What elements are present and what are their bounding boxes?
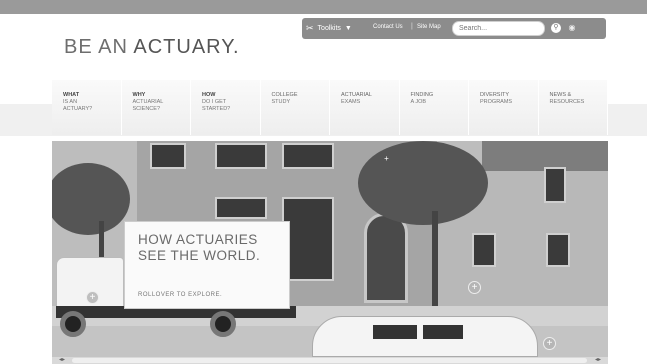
search-input[interactable] [452, 21, 545, 36]
nav-item-line: EXAMS [341, 99, 361, 105]
hotspot-plus-icon[interactable]: + [86, 291, 99, 304]
tree-trunk [432, 211, 438, 306]
hero-title-line2: SEE THE WORLD. [138, 248, 261, 263]
hero-title-line1: HOW ACTUARIES [138, 232, 258, 247]
truck-billboard[interactable]: HOW ACTUARIES SEE THE WORLD. ROLLOVER TO… [124, 221, 290, 309]
nav-item-line: DIVERSITY [480, 92, 510, 98]
nav-item-how-do-i-get-started[interactable]: HOW DO I GET STARTED? [191, 80, 261, 135]
toolkits-label: Toolkits [317, 25, 341, 32]
contact-us-link[interactable]: Contact Us [373, 24, 403, 30]
logo-text-part1: BE AN [64, 36, 134, 58]
building-arched-door [364, 213, 408, 303]
nav-item-line: A JOB [410, 99, 427, 105]
hero-title: HOW ACTUARIES SEE THE WORLD. [138, 232, 260, 264]
building-window [544, 167, 566, 203]
nav-item-line: PROGRAMS [480, 99, 513, 105]
nav-item-line: ACTUARIAL [132, 99, 164, 105]
scroll-right-arrow-icon[interactable]: ◂▸ [592, 357, 604, 364]
nav-item-line: NEWS & [549, 92, 572, 98]
tools-icon: ✂ [306, 23, 314, 33]
nav-item-line: FINDING [410, 92, 434, 98]
hero-street-scene[interactable]: HOW ACTUARIES SEE THE WORLD. ROLLOVER TO… [52, 141, 608, 357]
hero-subtitle: ROLLOVER TO EXPLORE. [138, 292, 223, 298]
scroll-thumb[interactable] [72, 358, 587, 363]
nav-item-line: COLLEGE [271, 92, 298, 98]
tree-trunk [99, 221, 104, 261]
nav-item-line: HOW [202, 92, 216, 98]
truck-wheel [210, 311, 236, 337]
nav-item-line: ACTUARIAL [341, 92, 372, 98]
taxi-window [423, 325, 463, 339]
logo-text-part2: ACTUARY. [133, 36, 240, 58]
hotspot-plus-icon[interactable]: + [468, 281, 481, 294]
nav-item-news-resources[interactable]: NEWS & RESOURCES [538, 80, 608, 135]
rss-icon[interactable]: ◉ [567, 23, 577, 33]
scroll-left-arrow-icon[interactable]: ◂▸ [56, 357, 68, 364]
nav-item-why-actuarial-science[interactable]: WHY ACTUARIAL SCIENCE? [121, 80, 191, 135]
top-strip [0, 0, 647, 14]
building-window [472, 233, 496, 267]
search-icon[interactable]: ⚲ [551, 23, 561, 33]
hotspot-plus-icon[interactable]: + [382, 155, 391, 164]
main-nav: WHAT IS AN ACTUARY? WHY ACTUARIAL SCIENC… [52, 80, 608, 135]
nav-item-line: ACTUARY? [63, 106, 93, 112]
hotspot-plus-icon[interactable]: + [543, 337, 556, 350]
nav-item-line: SCIENCE? [132, 106, 161, 112]
nav-item-line: IS AN [63, 99, 78, 105]
utility-separator: | [411, 23, 413, 30]
building-window [546, 233, 570, 267]
nav-item-line: WHAT [63, 92, 80, 98]
site-logo[interactable]: BE AN ACTUARY. [64, 36, 240, 59]
building-window [150, 143, 186, 169]
nav-item-line: DO I GET [202, 99, 227, 105]
tree-right [358, 141, 488, 225]
taxi-window [373, 325, 417, 339]
taxi-car [312, 316, 538, 357]
panorama-scrollbar[interactable]: ◂▸ ◂▸ [52, 357, 608, 364]
tree-left [52, 163, 130, 235]
nav-item-diversity-programs[interactable]: DIVERSITY PROGRAMS [469, 80, 539, 135]
caret-down-icon: ▼ [344, 25, 352, 32]
building-window [215, 143, 267, 169]
nav-item-college-study[interactable]: COLLEGE STUDY [260, 80, 330, 135]
nav-item-finding-a-job[interactable]: FINDING A JOB [399, 80, 469, 135]
nav-item-what-is-an-actuary[interactable]: WHAT IS AN ACTUARY? [52, 80, 122, 135]
truck-wheel [60, 311, 86, 337]
toolkits-menu[interactable]: ✂ Toolkits ▼ [306, 21, 352, 36]
nav-item-line: STUDY [271, 99, 291, 105]
nav-item-actuarial-exams[interactable]: ACTUARIAL EXAMS [330, 80, 400, 135]
building-window [282, 143, 334, 169]
site-map-link[interactable]: Site Map [417, 24, 441, 30]
nav-item-line: STARTED? [202, 106, 231, 112]
utility-bar: ✂ Toolkits ▼ Contact Us | Site Map ⚲ ◉ [302, 18, 606, 39]
nav-item-line: WHY [132, 92, 146, 98]
building-window [215, 197, 267, 219]
nav-item-line: RESOURCES [549, 99, 585, 105]
